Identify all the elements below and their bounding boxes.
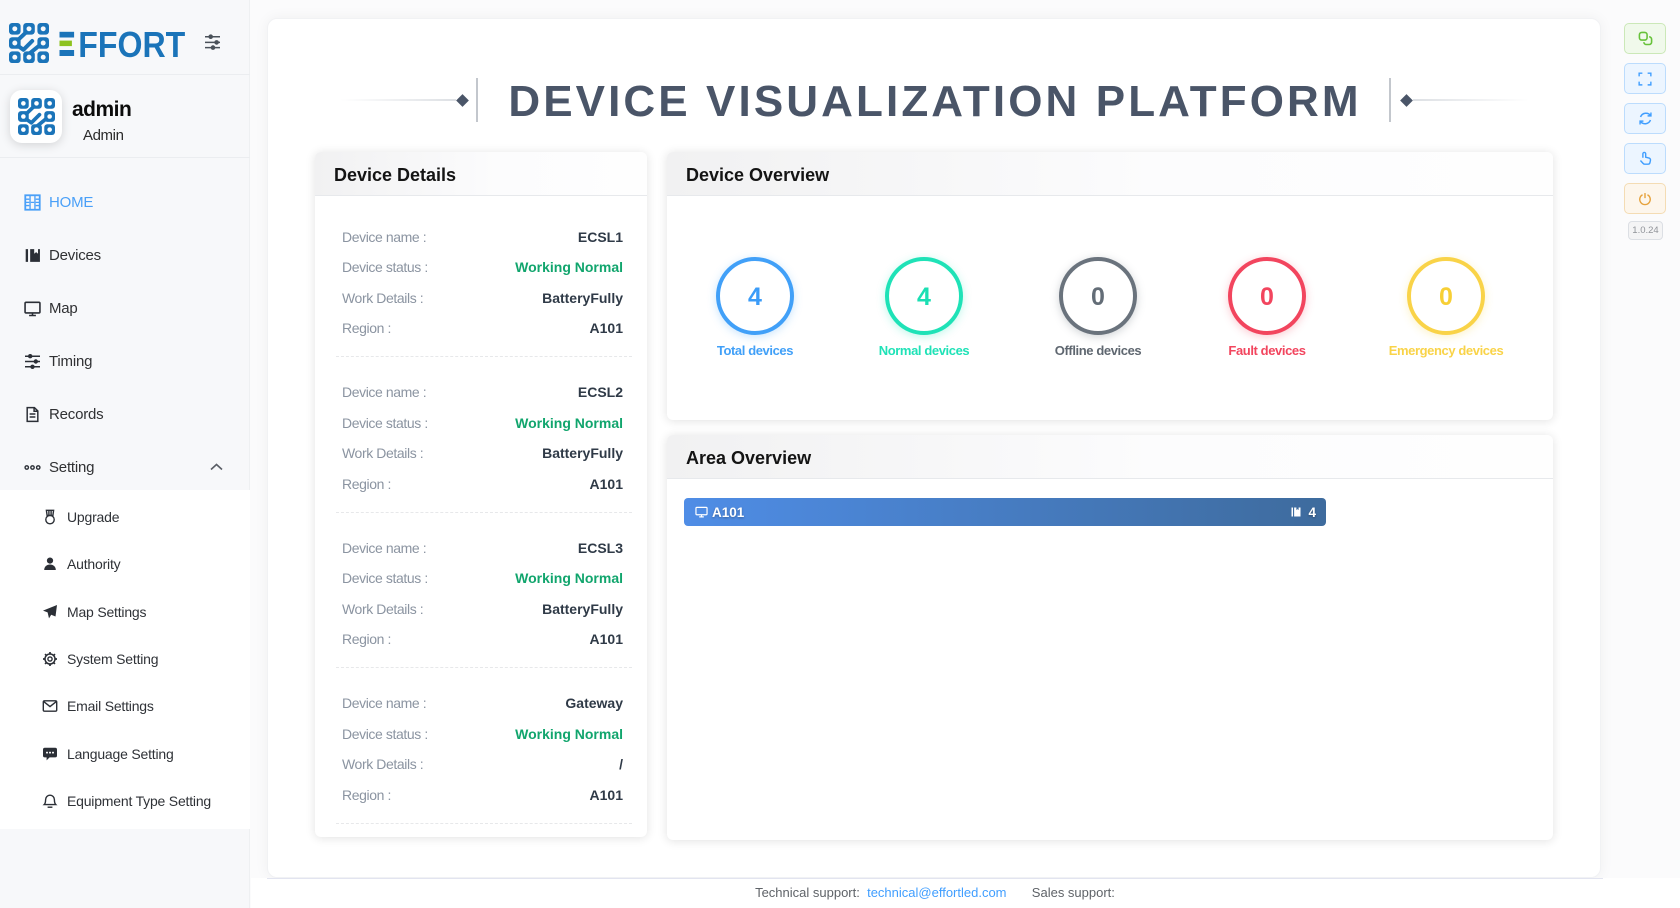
svg-text:FFORT: FFORT — [78, 24, 185, 63]
